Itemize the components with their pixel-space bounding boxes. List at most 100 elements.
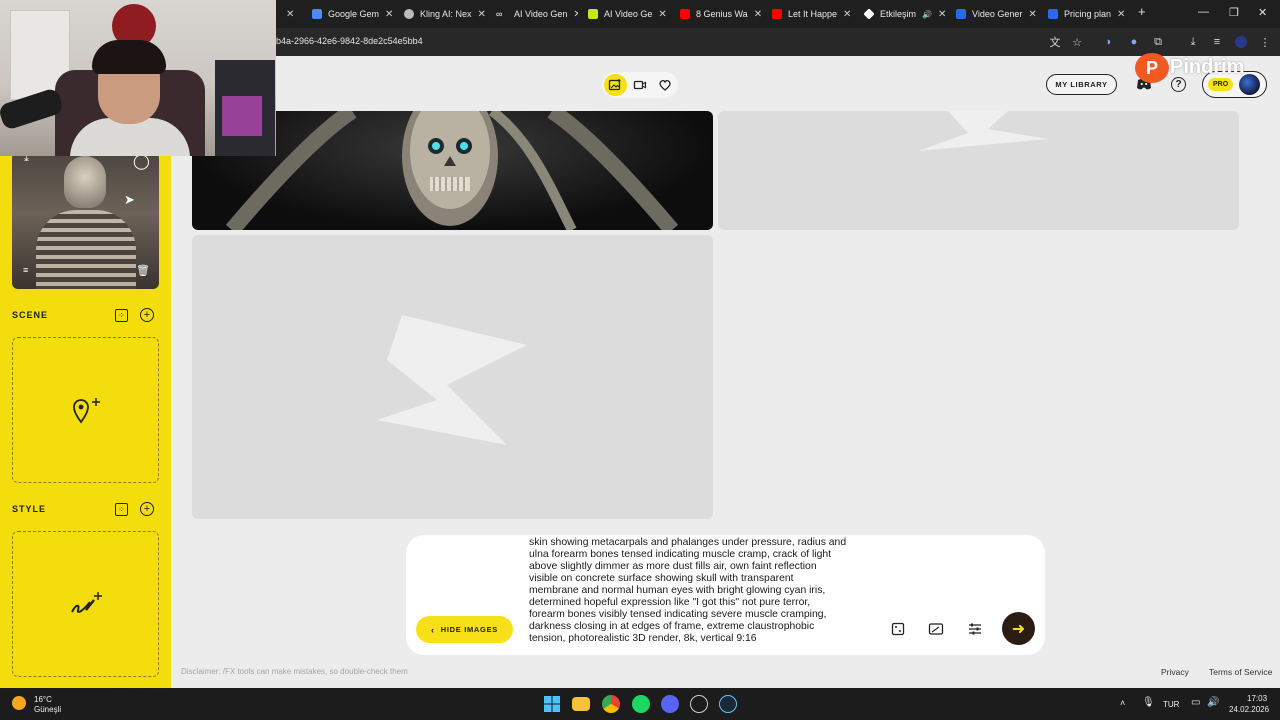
help-icon[interactable]: ?	[1171, 77, 1186, 92]
hide-images-button[interactable]: ‹ HIDE IMAGES	[416, 616, 513, 643]
network-icon[interactable]: ▭	[1191, 697, 1200, 708]
windows-start-icon[interactable]	[543, 695, 561, 713]
prompt-textarea[interactable]: skin showing metacarpals and phalanges u…	[529, 537, 869, 645]
chrome-icon[interactable]	[602, 695, 620, 713]
image-mode-button[interactable]	[604, 74, 627, 96]
browser-tab[interactable]: Pricing plan ✕	[1042, 4, 1130, 24]
tab-label: Pricing plan	[1064, 9, 1112, 19]
chevron-left-icon: ‹	[431, 624, 435, 635]
favorites-button[interactable]	[653, 74, 676, 96]
close-tab-icon[interactable]: ✕	[754, 9, 762, 20]
browser-tab[interactable]: Google Gem ✕	[306, 4, 394, 24]
browser-tab[interactable]: Etkileşim 🔊 ✕	[858, 4, 946, 24]
style-dropzone[interactable]	[12, 531, 159, 677]
extensions-puzzle-icon[interactable]: ⧉	[1151, 35, 1165, 49]
microphone-icon[interactable]: 🎙	[1142, 697, 1155, 708]
restore-icon[interactable]: ❐	[1229, 6, 1239, 19]
url-text[interactable]: b4a-2966-42e6-9842-8de2c54e5bb4	[276, 36, 423, 46]
close-tab-icon[interactable]: ✕	[1028, 9, 1036, 20]
windows-taskbar: 16°C Güneşli ˄ 🎙 TUR ▭ 🔊 17:03 24.02.202…	[0, 688, 1280, 720]
image-placeholder	[718, 111, 1239, 230]
tab-label: Video Gener	[972, 9, 1023, 19]
browser-tab[interactable]: Let It Happe ✕	[766, 4, 854, 24]
browser-tab[interactable]: Video Gener ✕	[950, 4, 1038, 24]
browser-tab[interactable]: ∞ AI Video Gen ✕	[490, 4, 578, 24]
scene-random-icon[interactable]: ⁘	[115, 309, 128, 322]
scene-add-icon[interactable]: +	[140, 308, 154, 322]
profile-avatar-icon[interactable]	[1234, 35, 1248, 49]
settings-sliders-icon[interactable]	[967, 621, 983, 637]
tray-chevron-up-icon[interactable]: ˄	[1120, 698, 1125, 708]
close-tab-icon[interactable]: ✕	[938, 9, 946, 20]
delete-icon[interactable]: 🗑	[136, 264, 150, 277]
edit-prompt-icon[interactable]: ≡	[23, 265, 28, 275]
download-icon[interactable]: ⤓	[1186, 35, 1200, 49]
video-gen-icon	[588, 9, 598, 19]
sun-weather-icon	[12, 696, 26, 710]
scene-dropzone[interactable]	[12, 337, 159, 483]
gemini-icon	[312, 9, 322, 19]
mouse-cursor-icon: ➤	[124, 192, 135, 207]
random-dice-icon[interactable]	[890, 621, 906, 637]
disclaimer-text: Disclaimer: /FX tools can make mistakes,…	[181, 667, 408, 676]
close-tab-icon[interactable]: ✕	[478, 9, 486, 20]
close-tab-icon[interactable]: ✕	[843, 9, 851, 20]
style-section-title: STYLE	[12, 504, 47, 514]
youtube-icon	[772, 9, 782, 19]
tab-label: 8 Genius Wa	[696, 9, 748, 19]
discord-taskbar-icon[interactable]	[661, 695, 679, 713]
arrow-right-icon: ➜	[1011, 620, 1026, 638]
window-close-icon[interactable]: ✕	[1258, 6, 1267, 19]
close-tab-icon[interactable]: ✕	[1117, 9, 1125, 20]
volume-icon[interactable]: 🔊	[1207, 697, 1219, 708]
steam-icon[interactable]	[719, 695, 737, 713]
heart-icon	[659, 79, 671, 91]
browser-tab[interactable]: Kling AI: Nex ✕	[398, 4, 486, 24]
extension-circle-icon[interactable]: ●	[1127, 35, 1141, 49]
watermark-logo: P	[1135, 53, 1169, 83]
loading-bolt-icon	[377, 315, 527, 445]
tab-close-icon[interactable]: ✕	[280, 4, 300, 24]
generate-send-button[interactable]: ➜	[1002, 612, 1035, 645]
style-random-icon[interactable]: ⁘	[115, 503, 128, 516]
tab-label: Google Gem	[328, 9, 380, 19]
spotify-icon[interactable]	[632, 695, 650, 713]
close-tab-icon[interactable]: ✕	[658, 9, 666, 20]
speaker-icon: 🔊	[922, 9, 932, 19]
tab-label: Let It Happe	[788, 9, 838, 19]
clock-date[interactable]: 24.02.2026	[1229, 705, 1269, 714]
minimize-icon[interactable]: —	[1198, 6, 1209, 18]
clock-time[interactable]: 17:03	[1247, 694, 1267, 703]
privacy-link[interactable]: Privacy	[1161, 667, 1189, 677]
webcam-person-hair	[92, 40, 166, 74]
file-explorer-icon[interactable]	[572, 697, 590, 711]
docs-icon	[1048, 9, 1058, 19]
character-card[interactable]: ⤓ ◯ ≡ 🗑 ➤	[12, 152, 159, 289]
tab-label: AI Video Gen	[514, 9, 568, 19]
youtube-icon	[680, 9, 690, 19]
mode-switch	[602, 72, 678, 98]
character-ribs	[36, 210, 136, 289]
extension-wave-icon[interactable]: ◗	[1102, 35, 1116, 49]
browser-menu-icon[interactable]: ⋮	[1258, 35, 1272, 49]
aspect-ratio-icon[interactable]	[928, 621, 944, 637]
style-add-icon[interactable]: +	[140, 502, 154, 516]
close-tab-icon[interactable]: ✕	[385, 9, 393, 20]
tab-label: AI Video Ge	[604, 9, 653, 19]
new-tab-icon[interactable]: +	[1138, 4, 1146, 19]
my-library-button[interactable]: MY LIBRARY	[1046, 74, 1117, 95]
browser-tab[interactable]: AI Video Ge ✕	[582, 4, 670, 24]
chatgpt-icon[interactable]	[690, 695, 708, 713]
prompt-panel: skin showing metacarpals and phalanges u…	[406, 535, 1045, 655]
temperature-text: 16°C	[34, 695, 52, 704]
terms-link[interactable]: Terms of Service	[1209, 667, 1272, 677]
character-skull	[64, 156, 106, 208]
browser-tab[interactable]: 8 Genius Wa ✕	[674, 4, 762, 24]
reading-list-icon[interactable]: ≡	[1210, 35, 1224, 49]
loading-bolt-icon	[918, 111, 1048, 151]
close-tab-icon[interactable]: ✕	[573, 9, 578, 20]
video-mode-button[interactable]	[629, 74, 652, 96]
translate-icon[interactable]: 文	[1048, 35, 1062, 49]
bookmark-star-icon[interactable]: ☆	[1070, 35, 1084, 49]
language-indicator[interactable]: TUR	[1163, 700, 1179, 709]
